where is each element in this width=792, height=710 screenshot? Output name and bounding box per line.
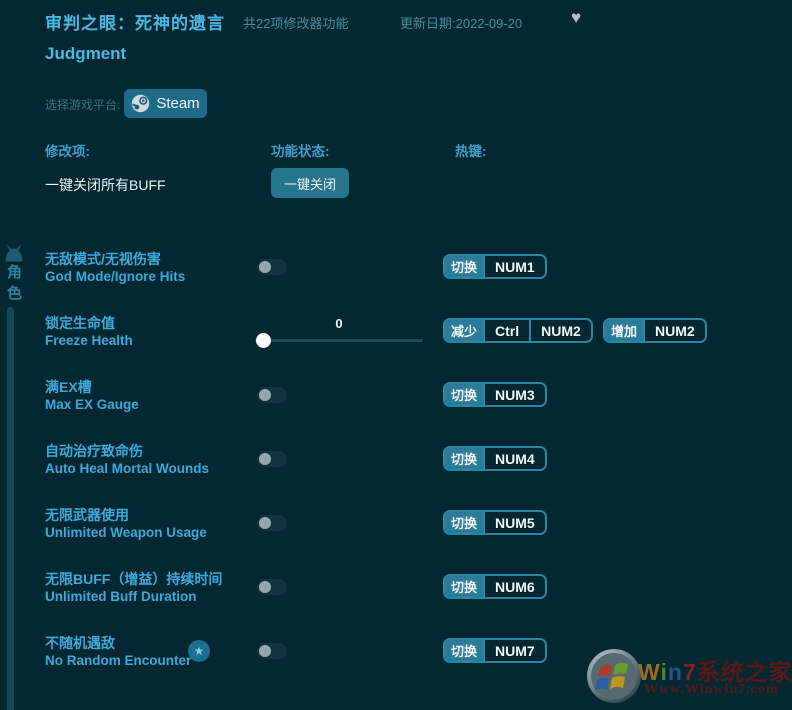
hotkey-key: NUM2 [643, 320, 705, 341]
close-all-buffs-button[interactable]: 一键关闭 [271, 168, 349, 198]
watermark: Win7系统之家 Www.Winwin7.com [586, 645, 792, 710]
cheat-name-en: Max EX Gauge [45, 397, 139, 412]
cheat-row: 满EX槽 Max EX Gauge [45, 379, 275, 413]
hotkey-key: NUM3 [483, 384, 545, 405]
no-random-encounter-toggle[interactable] [257, 643, 287, 659]
no-random-encounter-hotkey[interactable]: 切换 NUM7 [443, 638, 547, 663]
cheat-row: 无限武器使用 Unlimited Weapon Usage [45, 507, 275, 541]
sidebar-scrollbar[interactable] [7, 307, 14, 710]
page-title-english: Judgment [45, 44, 127, 63]
auto-heal-hotkey[interactable]: 切换 NUM4 [443, 446, 547, 471]
god-mode-toggle[interactable] [257, 259, 287, 275]
heart-icon[interactable]: ♥ [571, 8, 581, 28]
column-header-status: 功能状态: [271, 144, 330, 159]
health-slider-track[interactable] [255, 339, 423, 342]
feature-count: 共22项修改器功能 [243, 16, 349, 31]
cheat-name-en: No Random Encounter [45, 653, 192, 668]
unlimited-weapon-hotkey[interactable]: 切换 NUM5 [443, 510, 547, 535]
health-slider-value: 0 [335, 316, 343, 331]
column-header-item: 修改项: [45, 144, 90, 159]
cheat-name-en: Unlimited Weapon Usage [45, 525, 207, 540]
hotkey-action: 增加 [605, 320, 644, 341]
hotkey-action: 减少 [445, 320, 484, 341]
cheat-row: 无限BUFF（增益）持续时间 Unlimited Buff Duration [45, 571, 275, 605]
cheat-name-en: Freeze Health [45, 333, 133, 348]
toggle-knob [259, 645, 271, 657]
cheat-row: 自动治疗致命伤 Auto Heal Mortal Wounds [45, 443, 275, 477]
watermark-url: Www.Winwin7.com [644, 682, 779, 697]
toggle-knob [259, 453, 271, 465]
unlimited-buff-toggle[interactable] [257, 579, 287, 595]
column-header-hotkey: 热键: [455, 144, 487, 159]
cheat-name-en: Unlimited Buff Duration [45, 589, 197, 604]
cheat-name-cn: 满EX槽 [45, 379, 92, 395]
cheat-name-cn: 锁定生命值 [45, 315, 115, 331]
hotkey-key: Ctrl [483, 320, 529, 341]
steam-button-label: Steam [156, 95, 200, 112]
update-date: 更新日期:2022-09-20 [400, 16, 523, 31]
hotkey-key: NUM4 [483, 448, 545, 469]
cheat-name-cn: 不随机遇敌 [45, 635, 115, 651]
cheat-name-cn: 无限武器使用 [45, 507, 129, 523]
cheat-name-cn: 无限BUFF（增益）持续时间 [45, 571, 223, 587]
hotkey-action: 切换 [445, 576, 484, 597]
master-buff-label: 一键关闭所有BUFF [45, 177, 166, 193]
max-ex-gauge-toggle[interactable] [257, 387, 287, 403]
cheat-name-cn: 自动治疗致命伤 [45, 443, 143, 459]
cheat-name-en: God Mode/Ignore Hits [45, 269, 186, 284]
hotkey-action: 切换 [445, 256, 484, 277]
cheat-row: 锁定生命值 Freeze Health [45, 315, 275, 349]
hotkey-key: NUM5 [483, 512, 545, 533]
steam-icon [132, 94, 150, 113]
hotkey-action: 切换 [445, 448, 484, 469]
cheat-row: 不随机遇敌 No Random Encounter [45, 635, 275, 669]
max-ex-gauge-hotkey[interactable]: 切换 NUM3 [443, 382, 547, 407]
cheat-name-cn: 无敌模式/无视伤害 [45, 251, 161, 267]
hotkey-key: NUM2 [529, 320, 591, 341]
toggle-knob [259, 517, 271, 529]
sidebar-category-character[interactable]: 角色 [3, 264, 24, 306]
cheat-name-en: Auto Heal Mortal Wounds [45, 461, 209, 476]
cheat-row: 无敌模式/无视伤害 God Mode/Ignore Hits [45, 251, 275, 285]
star-icon: ★ [188, 640, 210, 662]
health-increase-hotkey[interactable]: 增加 NUM2 [603, 318, 707, 343]
toggle-knob [259, 261, 271, 273]
windows-logo-icon [587, 649, 641, 703]
auto-heal-toggle[interactable] [257, 451, 287, 467]
platform-select-label: 选择游戏平台: [45, 98, 121, 112]
unlimited-buff-hotkey[interactable]: 切换 NUM6 [443, 574, 547, 599]
god-mode-hotkey[interactable]: 切换 NUM1 [443, 254, 547, 279]
character-category-icon[interactable] [4, 243, 24, 262]
steam-platform-button[interactable]: Steam [124, 89, 207, 118]
page-title: 审判之眼：死神的遗言 [45, 14, 225, 33]
toggle-knob [259, 389, 271, 401]
hotkey-key: NUM7 [483, 640, 545, 661]
hotkey-key: NUM6 [483, 576, 545, 597]
hotkey-action: 切换 [445, 512, 484, 533]
hotkey-action: 切换 [445, 384, 484, 405]
toggle-knob [259, 581, 271, 593]
hotkey-key: NUM1 [483, 256, 545, 277]
unlimited-weapon-toggle[interactable] [257, 515, 287, 531]
health-slider-knob[interactable] [256, 333, 271, 348]
health-decrease-hotkey[interactable]: 减少 Ctrl NUM2 [443, 318, 593, 343]
hotkey-action: 切换 [445, 640, 484, 661]
